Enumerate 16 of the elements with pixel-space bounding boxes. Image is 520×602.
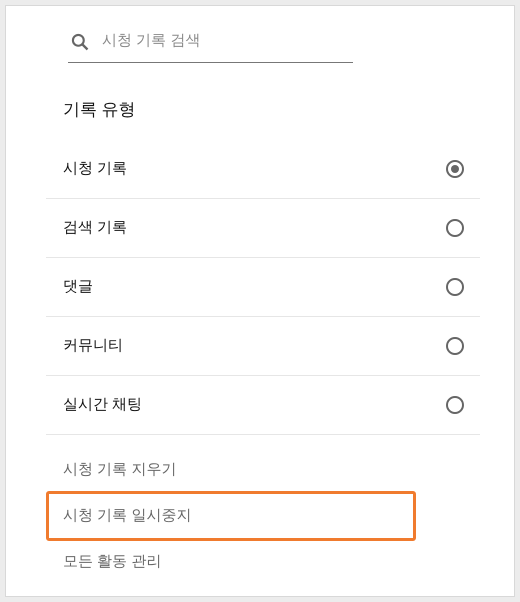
radio-button[interactable] xyxy=(446,219,464,237)
search-icon xyxy=(70,32,90,52)
radio-button[interactable] xyxy=(446,278,464,296)
history-type-option[interactable]: 시청 기록 xyxy=(46,140,480,199)
history-type-option[interactable]: 댓글 xyxy=(46,258,480,317)
action-link[interactable]: 모든 활동 관리 xyxy=(63,550,162,574)
search-field[interactable]: 시청 기록 검색 xyxy=(102,30,322,53)
history-type-option[interactable]: 커뮤니티 xyxy=(46,317,480,376)
history-type-option[interactable]: 검색 기록 xyxy=(46,199,480,258)
radio-button[interactable] xyxy=(446,160,464,178)
action-link[interactable]: 시청 기록 일시중지 xyxy=(63,504,192,528)
radio-button[interactable] xyxy=(446,337,464,355)
radio-button[interactable] xyxy=(446,396,464,414)
history-type-option[interactable]: 실시간 채팅 xyxy=(46,376,480,435)
action-link[interactable]: 시청 기록 지우기 xyxy=(63,458,176,482)
section-title: 기록 유형 xyxy=(63,99,136,121)
